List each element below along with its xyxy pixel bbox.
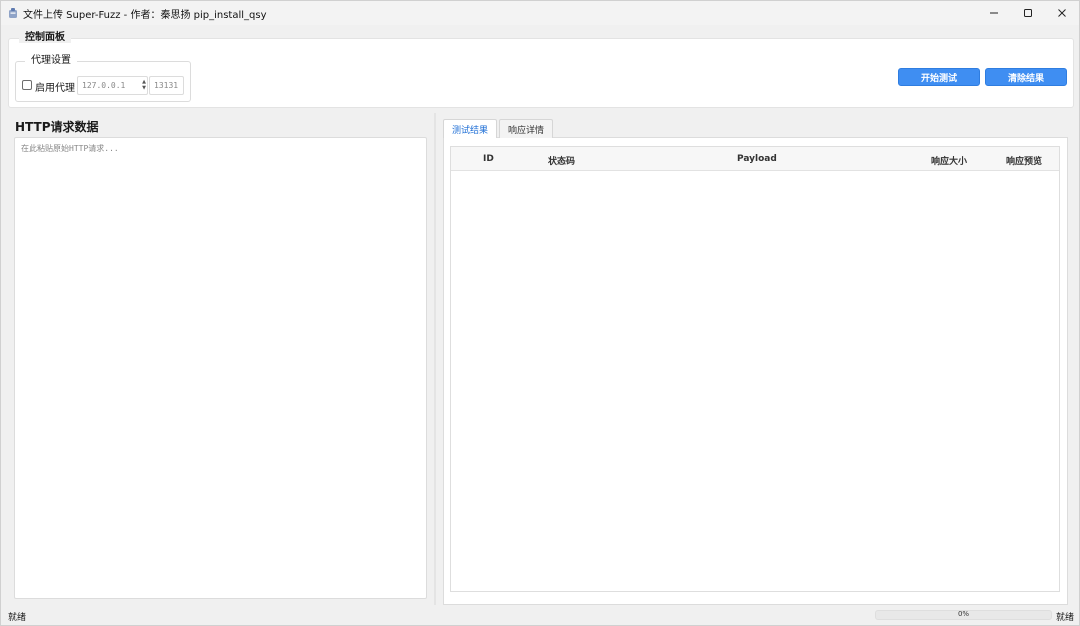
window-title: 文件上传 Super-Fuzz - 作者：秦思扬 pip_install_qsy xyxy=(23,10,267,21)
enable-proxy-label[interactable]: 启用代理 xyxy=(35,79,75,94)
start-test-button[interactable]: 开始测试 xyxy=(898,68,980,86)
http-request-placeholder: 在此粘贴原始HTTP请求... xyxy=(21,144,119,153)
progress-bar: 0% xyxy=(875,610,1052,620)
progress-label: 0% xyxy=(957,610,970,618)
app-icon xyxy=(9,8,17,18)
title-bar: 文件上传 Super-Fuzz - 作者：秦思扬 pip_install_qsy xyxy=(1,1,1079,25)
column-header-response-size[interactable]: 响应大小 xyxy=(931,154,967,167)
control-panel-label: 控制面板 xyxy=(19,28,71,43)
http-request-textarea[interactable]: 在此粘贴原始HTTP请求... xyxy=(14,137,427,599)
proxy-port-input[interactable]: 13131 xyxy=(149,76,184,95)
clear-results-button[interactable]: 清除结果 xyxy=(985,68,1067,86)
proxy-host-input[interactable]: 127.0.0.1 xyxy=(77,76,148,95)
app-window: 文件上传 Super-Fuzz - 作者：秦思扬 pip_install_qsy… xyxy=(0,0,1080,626)
enable-proxy-checkbox[interactable] xyxy=(22,80,32,90)
proxy-settings-label: 代理设置 xyxy=(25,51,77,66)
http-request-title: HTTP请求数据 xyxy=(15,120,99,134)
minimize-icon xyxy=(990,12,998,14)
close-icon xyxy=(1058,9,1066,17)
column-header-payload[interactable]: Payload xyxy=(737,154,777,164)
column-header-status-code[interactable]: 状态码 xyxy=(548,154,575,167)
column-header-id[interactable]: ID xyxy=(483,154,494,164)
status-text-left: 就绪 xyxy=(8,613,27,623)
proxy-host-spin-icon[interactable]: ▲ ▼ xyxy=(141,79,147,91)
results-table[interactable]: ID 状态码 Payload 响应大小 响应预览 xyxy=(450,146,1060,592)
results-table-header: ID 状态码 Payload 响应大小 响应预览 xyxy=(451,147,1059,171)
tab-test-results[interactable]: 测试结果 xyxy=(443,119,497,138)
panel-splitter[interactable] xyxy=(434,113,436,605)
close-button[interactable] xyxy=(1045,1,1079,25)
column-header-response-preview[interactable]: 响应预览 xyxy=(1006,154,1042,167)
tab-response-details[interactable]: 响应详情 xyxy=(499,119,553,138)
minimize-button[interactable] xyxy=(977,1,1011,25)
maximize-icon xyxy=(1024,9,1032,17)
maximize-button[interactable] xyxy=(1011,1,1045,25)
status-text-right: 就绪 xyxy=(1056,613,1075,623)
